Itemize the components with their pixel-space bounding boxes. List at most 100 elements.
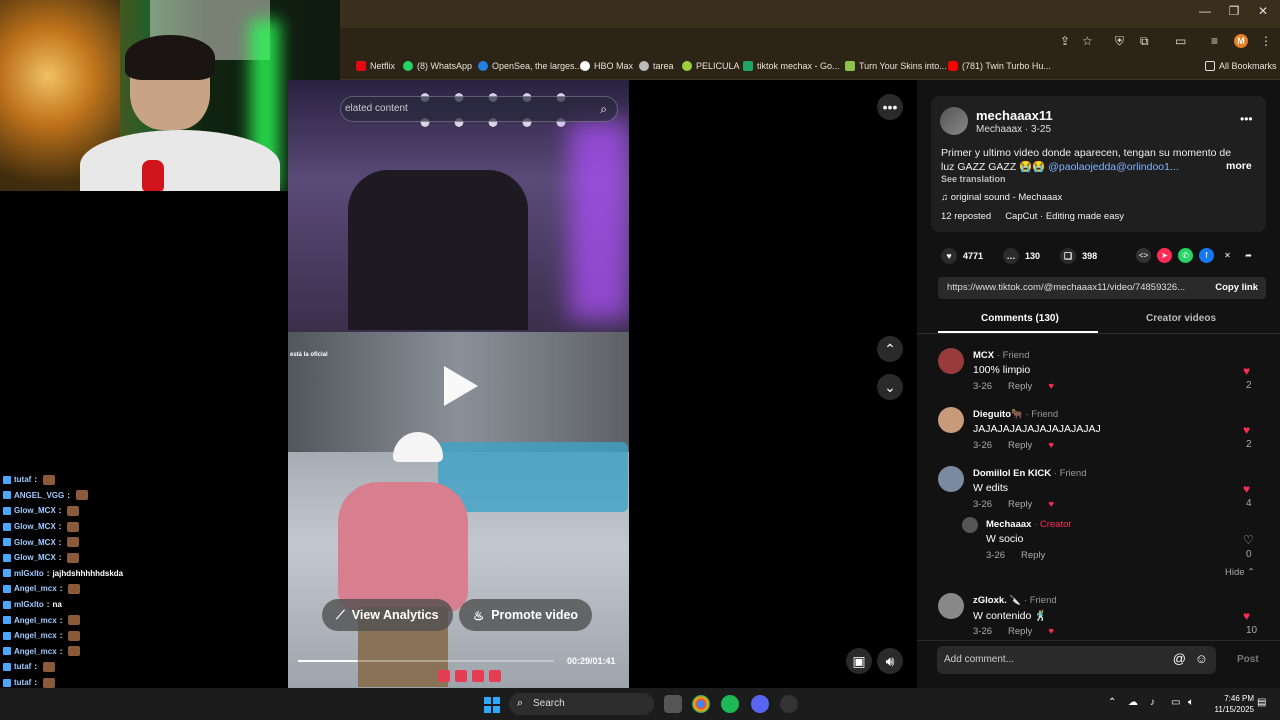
chat-username[interactable]: Angel_mcx [14,616,57,625]
reply-button[interactable]: Reply [1008,499,1032,510]
comment-author[interactable]: MCX · Friend [973,350,1030,361]
comment-input[interactable]: Add comment... @ ☺ [937,646,1216,674]
tray-chevron-icon[interactable]: ⌃ [1108,697,1116,708]
bookmark-pelicula[interactable]: PELICULA [682,61,740,71]
bookmark-tiktok-mechax[interactable]: tiktok mechax - Go... [743,61,840,71]
comment-avatar[interactable] [938,407,964,433]
chat-username[interactable]: tutaf [14,662,31,671]
creator-avatar[interactable] [940,107,968,135]
capcut-link[interactable]: CapCut · Editing made easy [1005,211,1124,222]
bookmark-netflix[interactable]: Netflix [356,61,395,71]
chrome-icon[interactable] [692,695,710,713]
bookmark-whatsapp[interactable]: (8) WhatsApp [403,61,472,71]
send-icon[interactable]: ➤ [1157,248,1172,263]
sound-link[interactable]: ♫ original sound - Mechaaax [941,192,1062,203]
reply-button[interactable]: Reply [1008,626,1032,637]
chat-username[interactable]: Angel_mcx [14,631,57,640]
chat-username[interactable]: mIGxlto [14,600,44,609]
mention-icon[interactable]: @ [1173,651,1186,666]
mic-icon[interactable]: ♪ [1150,697,1155,708]
chat-username[interactable]: tutaf [14,475,31,484]
bookmark-skins[interactable]: Turn Your Skins into... [845,61,947,71]
comment-avatar[interactable] [938,593,964,619]
comment-avatar[interactable] [962,517,978,533]
app-icon[interactable] [780,695,798,713]
comment-like-icon[interactable]: ♥ [1243,423,1250,437]
related-search[interactable]: elated content ⌕ [340,96,618,122]
notification-icon[interactable]: ▤ [1257,697,1266,708]
facebook-icon[interactable]: f [1199,248,1214,263]
reply-button[interactable]: Reply [1008,440,1032,451]
comment-like-icon[interactable]: ♥ [1243,482,1250,496]
comment-like-icon[interactable]: ♥ [1243,364,1250,378]
video-url[interactable]: https://www.tiktok.com/@mechaaax11/video… [947,282,1192,293]
comment-author[interactable]: Dieguito🐂 · Friend [973,409,1058,420]
hide-replies[interactable]: Hide ⌃ [1225,567,1255,578]
more-options-icon[interactable]: ••• [877,94,903,120]
chat-username[interactable]: Glow_MCX [14,506,56,515]
taskbar-clock[interactable]: 7:46 PM 11/15/2025 [1206,693,1254,715]
play-icon[interactable] [444,366,478,406]
emoji-icon[interactable]: ☺ [1195,651,1208,666]
comment-avatar[interactable] [938,348,964,374]
shield-icon[interactable]: ⛨ [1115,34,1124,49]
tab-comments[interactable]: Comments (130) [981,313,1059,324]
promote-video-button[interactable]: ♨ Promote video [459,599,593,631]
share-icon[interactable]: ➦ [1241,248,1256,263]
view-analytics-button[interactable]: ⟋ View Analytics [322,599,453,631]
star-icon[interactable]: ☆ [1082,34,1093,48]
spotify-icon[interactable] [721,695,739,713]
comment-like-icon[interactable]: ♥ [1243,609,1250,623]
copy-link-button[interactable]: Copy link [1215,282,1258,293]
extensions-icon[interactable]: ⧉ [1140,34,1149,49]
search-icon[interactable]: ⌕ [600,102,607,117]
network-icon[interactable]: ▭ [1171,697,1180,708]
pip-icon[interactable]: ▣ [846,648,872,674]
comment-author[interactable]: Mechaaax · Creator [986,519,1072,530]
chat-username[interactable]: Angel_mcx [14,647,57,656]
bookmark-hbo[interactable]: HBO Max [580,61,633,71]
reply-button[interactable]: Reply [1021,550,1045,561]
bookmark-tarea[interactable]: tarea [639,61,674,71]
chat-username[interactable]: Glow_MCX [14,553,56,562]
whatsapp-share-icon[interactable]: ✆ [1178,248,1193,263]
windows-start-icon[interactable] [484,697,500,713]
reply-button[interactable]: Reply [1008,381,1032,392]
bookmark-opensea[interactable]: OpenSea, the larges... [478,61,582,71]
install-icon[interactable]: ⇪ [1060,34,1070,48]
video-progress[interactable] [298,660,554,662]
menu-icon[interactable]: ⋮ [1260,34,1272,48]
x-icon[interactable]: ✕ [1220,248,1235,263]
chevron-up-icon[interactable]: ⌃ [877,336,903,362]
comment-button[interactable]: … 130 [1003,248,1040,264]
volume-icon[interactable]: 🔊︎ [877,648,903,674]
comment-avatar[interactable] [938,466,964,492]
all-bookmarks[interactable]: All Bookmarks [1205,61,1277,71]
taskbar-search[interactable]: ⌕ Search [509,693,654,715]
save-button[interactable]: ❏ 398 [1060,248,1097,264]
comment-author[interactable]: Domiilol En KICK · Friend [973,468,1087,479]
chat-username[interactable]: tutaf [14,678,31,687]
close-icon[interactable]: ✕ [1248,4,1278,18]
post-more-icon[interactable]: ••• [1240,112,1253,126]
like-button[interactable]: ♥ 4771 [941,248,983,264]
split-view-icon[interactable]: ▭ [1175,34,1186,48]
cloud-icon[interactable]: ☁ [1128,697,1138,708]
discord-icon[interactable] [751,695,769,713]
comment-like-icon[interactable]: ♡ [1243,533,1254,547]
chat-username[interactable]: ANGEL_VGG [14,491,64,500]
media-icon[interactable]: ≡ [1211,34,1218,48]
tab-creator-videos[interactable]: Creator videos [1146,313,1216,324]
reposted-count[interactable]: 12 reposted [941,211,991,222]
see-translation[interactable]: See translation [941,174,1006,184]
chat-username[interactable]: Angel_mcx [14,584,57,593]
task-view-icon[interactable] [664,695,682,713]
chevron-down-icon[interactable]: ⌄ [877,374,903,400]
post-button[interactable]: Post [1237,654,1259,665]
speaker-icon[interactable]: 🔈︎ [1188,697,1194,708]
comment-author[interactable]: zGloxk. 🔪 · Friend [973,595,1057,606]
embed-icon[interactable]: <> [1136,248,1151,263]
bookmark-youtube[interactable]: (781) Twin Turbo Hu... [948,61,1051,71]
creator-username[interactable]: mechaaax11 [976,108,1053,123]
minimize-icon[interactable]: — [1190,4,1220,18]
